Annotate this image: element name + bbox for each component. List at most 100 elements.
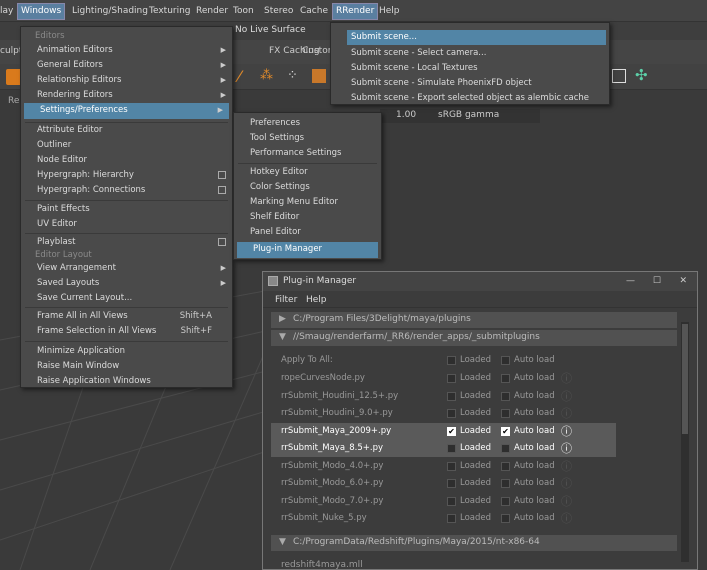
menu-texturing[interactable]: Texturing (149, 4, 191, 19)
particle-icon[interactable]: ✣ (635, 66, 648, 84)
close-icon[interactable]: ✕ (679, 272, 687, 291)
menu-item-hotkey-editor[interactable]: Hotkey Editor (234, 165, 381, 180)
option-box-icon[interactable] (218, 238, 226, 246)
menu-help[interactable]: Help (379, 4, 400, 19)
autoload-checkbox[interactable] (501, 356, 510, 365)
plugin-row[interactable]: rrSubmit_Modo_6.0+.py Loaded Auto load ⓘ (271, 475, 677, 492)
option-box-icon[interactable] (218, 186, 226, 194)
collapse-arrow-icon[interactable]: ▼ (279, 537, 286, 547)
menu-windows[interactable]: Windows (16, 3, 66, 20)
menu-item-frame-all[interactable]: Frame All in All Views Shift+A (21, 309, 232, 324)
info-icon[interactable]: ⓘ (561, 405, 572, 422)
folder-header-3delight[interactable]: ▶ C:/Program Files/3Delight/maya/plugins (271, 312, 677, 328)
menu-item-plugin-manager[interactable]: Plug-in Manager (237, 242, 378, 258)
menu-item-raise-main-window[interactable]: Raise Main Window (21, 359, 232, 374)
info-icon[interactable]: ⓘ (561, 510, 572, 527)
cluster-tool-icon[interactable]: ⁂ (260, 68, 273, 83)
menu-item-submit-export-alembic[interactable]: Submit scene - Export selected object as… (331, 91, 609, 106)
no-live-surface-label[interactable]: No Live Surface (235, 25, 306, 35)
info-icon[interactable]: ⓘ (561, 370, 572, 387)
menu-item-settings-preferences[interactable]: Settings/Preferences ▶ (24, 103, 229, 119)
loaded-checkbox[interactable] (447, 514, 456, 523)
loaded-checkbox[interactable] (447, 496, 456, 506)
autoload-checkbox[interactable] (501, 514, 510, 523)
gamma-value[interactable]: 1.00 (396, 110, 416, 120)
menu-item-shelf-editor[interactable]: Shelf Editor (234, 210, 381, 225)
autoload-checkbox[interactable] (501, 444, 510, 453)
menu-toon[interactable]: Toon (233, 4, 254, 19)
info-icon[interactable]: ⓘ (561, 423, 572, 440)
menu-item-preferences[interactable]: Preferences (234, 116, 381, 131)
autoload-checkbox[interactable]: ✔ (501, 426, 510, 436)
loaded-checkbox[interactable] (447, 479, 456, 488)
autoload-checkbox[interactable] (501, 374, 510, 383)
autoload-checkbox[interactable] (501, 461, 510, 471)
points-tool-icon[interactable]: ⁘ (287, 68, 298, 83)
autoload-checkbox[interactable] (501, 391, 510, 401)
collapse-arrow-icon[interactable]: ▼ (279, 332, 286, 342)
folder-header-redshift[interactable]: ▼ C:/ProgramData/Redshift/Plugins/Maya/2… (271, 535, 677, 551)
scrollbar[interactable] (681, 322, 689, 562)
menu-item-rendering-editors[interactable]: Rendering Editors ▶ (21, 88, 232, 103)
menu-item-hypergraph-connections[interactable]: Hypergraph: Connections (21, 183, 232, 198)
menu-item-tool-settings[interactable]: Tool Settings (234, 131, 381, 146)
loaded-checkbox[interactable]: ✔ (447, 426, 456, 436)
info-icon[interactable]: ⓘ (561, 458, 572, 475)
plugin-row[interactable]: rrSubmit_Maya_2009+.py ✔ Loaded ✔ Auto load ⓘ (271, 422, 616, 440)
loaded-checkbox[interactable] (447, 391, 456, 401)
menu-item-uv-editor[interactable]: UV Editor (21, 217, 232, 232)
menu-item-panel-editor[interactable]: Panel Editor (234, 225, 381, 240)
menu-item-general-editors[interactable]: General Editors ▶ (21, 58, 232, 73)
info-icon[interactable]: ⓘ (561, 493, 572, 510)
autoload-checkbox[interactable] (501, 496, 510, 506)
menu-item-outliner[interactable]: Outliner (21, 138, 232, 153)
plugin-row[interactable]: rrSubmit_Modo_7.0+.py Loaded Auto load ⓘ (271, 493, 677, 510)
option-box-icon[interactable] (218, 171, 226, 179)
color-space-select[interactable]: sRGB gamma (438, 110, 499, 120)
menu-item-submit-select-camera[interactable]: Submit scene - Select camera... (331, 46, 609, 61)
minimize-icon[interactable]: — (626, 272, 635, 291)
menu-item-relationship-editors[interactable]: Relationship Editors ▶ (21, 73, 232, 88)
menu-item-raise-application-windows[interactable]: Raise Application Windows (21, 374, 232, 389)
loaded-checkbox[interactable] (447, 356, 456, 365)
menu-lighting-shading[interactable]: Lighting/Shading (72, 4, 148, 19)
menu-item-color-settings[interactable]: Color Settings (234, 180, 381, 195)
menu-item-save-current-layout[interactable]: Save Current Layout... (21, 291, 232, 306)
menu-item-marking-menu-editor[interactable]: Marking Menu Editor (234, 195, 381, 210)
menu-rrender[interactable]: RRender (331, 3, 379, 20)
menu-item-attribute-editor[interactable]: Attribute Editor (21, 123, 232, 138)
loaded-checkbox[interactable] (447, 374, 456, 383)
menu-item-submit-local-textures[interactable]: Submit scene - Local Textures (331, 61, 609, 76)
scrollbar-thumb[interactable] (682, 324, 688, 434)
menu-help[interactable]: Help (306, 295, 327, 305)
menu-item-submit-scene[interactable]: Submit scene... (347, 30, 606, 45)
loaded-checkbox[interactable] (447, 444, 456, 453)
loaded-checkbox[interactable] (447, 409, 456, 418)
menu-stereo[interactable]: Stereo (264, 4, 293, 19)
menu-filter[interactable]: Filter (275, 295, 297, 305)
dice-icon[interactable] (612, 69, 626, 83)
info-icon[interactable]: ⓘ (561, 388, 572, 405)
folder-header-submitplugins[interactable]: ▼ //Smaug/renderfarm/_RR6/render_apps/_s… (271, 330, 677, 346)
lattice-tool-icon[interactable]: ⁄ (238, 67, 241, 86)
menu-item-performance-settings[interactable]: Performance Settings (234, 146, 381, 161)
window-titlebar[interactable]: Plug-in Manager — ☐ ✕ (263, 272, 697, 291)
menu-item-minimize-application[interactable]: Minimize Application (21, 344, 232, 359)
menu-item-saved-layouts[interactable]: Saved Layouts ▶ (21, 276, 232, 291)
menu-item-animation-editors[interactable]: Animation Editors ▶ (21, 43, 232, 58)
plugin-row[interactable]: ropeCurvesNode.py Loaded Auto load ⓘ (271, 370, 677, 387)
menu-item-view-arrangement[interactable]: View Arrangement ▶ (21, 261, 232, 276)
plugin-row[interactable]: rrSubmit_Modo_4.0+.py Loaded Auto load ⓘ (271, 458, 677, 475)
autoload-checkbox[interactable] (501, 479, 510, 488)
menu-item-submit-simulate-phoenixfd[interactable]: Submit scene - Simulate PhoenixFD object (331, 76, 609, 91)
autoload-checkbox[interactable] (501, 409, 510, 418)
cube-icon[interactable] (312, 69, 326, 83)
loaded-checkbox[interactable] (447, 461, 456, 471)
menu-item-hypergraph-hierarchy[interactable]: Hypergraph: Hierarchy (21, 168, 232, 183)
maximize-icon[interactable]: ☐ (653, 272, 661, 291)
menu-render[interactable]: Render (196, 4, 228, 19)
info-icon[interactable]: ⓘ (561, 475, 572, 492)
menu-item-frame-selection[interactable]: Frame Selection in All Views Shift+F (21, 324, 232, 339)
menu-lay[interactable]: lay (0, 4, 13, 19)
menu-cache[interactable]: Cache (300, 4, 328, 19)
